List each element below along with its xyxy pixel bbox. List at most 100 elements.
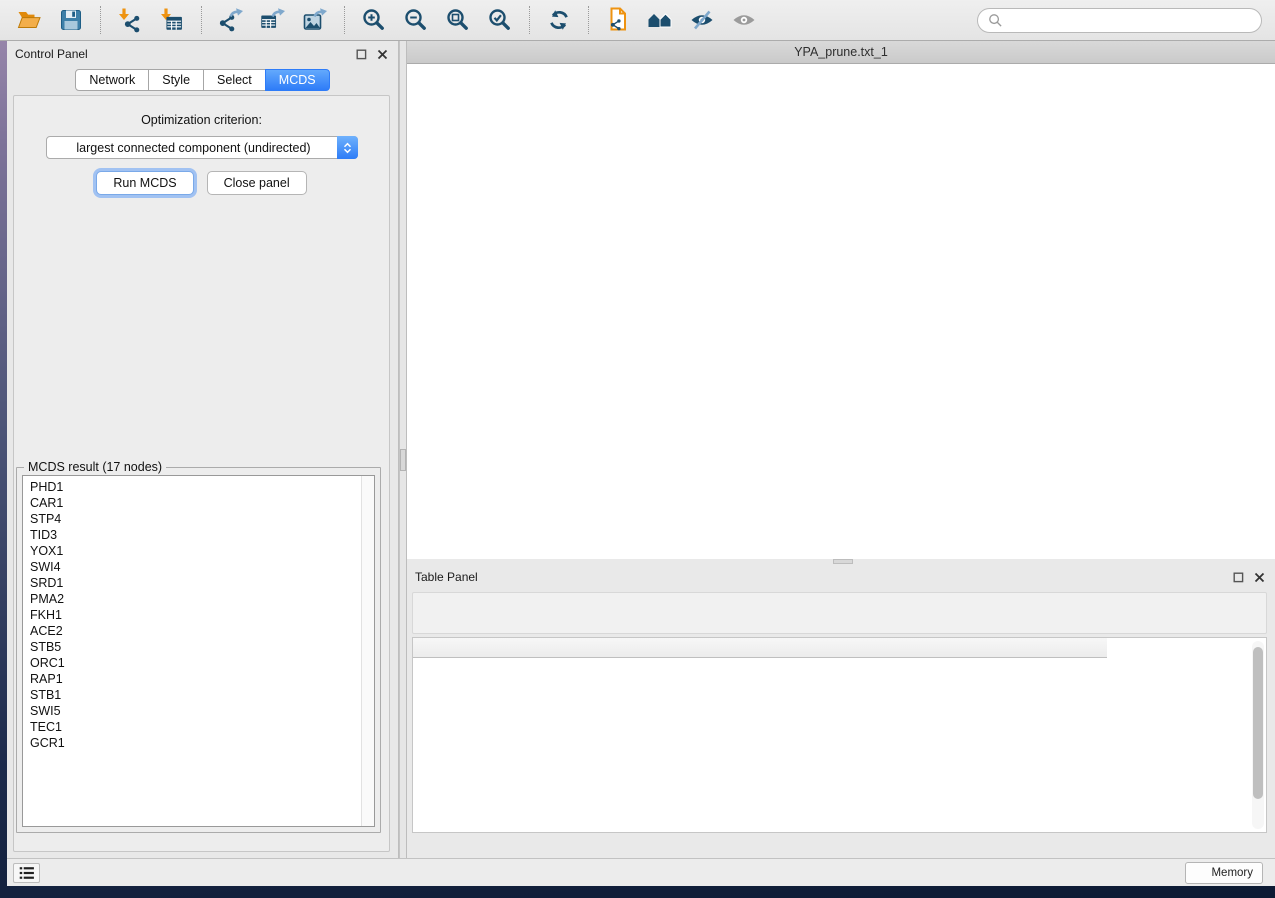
memory-label: Memory xyxy=(1211,867,1253,879)
zoom-window-icon[interactable] xyxy=(458,46,471,59)
close-panel-button[interactable]: Close panel xyxy=(207,171,307,195)
open-button[interactable] xyxy=(14,5,44,35)
mcds-result-legend: MCDS result (17 nodes) xyxy=(24,460,166,474)
new-network-from-selection-button[interactable] xyxy=(603,5,633,35)
toolbar-separator xyxy=(201,6,202,34)
search-box[interactable] xyxy=(977,8,1262,33)
table-header-row xyxy=(413,638,1107,658)
zoom-in-button[interactable] xyxy=(359,5,389,35)
toolbar-separator xyxy=(588,6,589,34)
mcds-result-item[interactable]: STP4 xyxy=(30,511,360,527)
zoom-selected-button[interactable] xyxy=(485,5,515,35)
new-network-from-selection-icon xyxy=(605,7,631,33)
refresh-layout-icon xyxy=(546,7,572,33)
table-panel-title: Table Panel xyxy=(415,570,478,584)
control-panel: Control Panel NetworkStyleSelectMCDS Opt… xyxy=(7,41,399,858)
mcds-result-list[interactable]: PHD1CAR1STP4TID3YOX1SWI4SRD1PMA2FKH1ACE2… xyxy=(22,475,375,827)
save-icon xyxy=(58,7,84,33)
control-panel-title: Control Panel xyxy=(15,47,88,61)
hide-selected-button[interactable] xyxy=(687,5,717,35)
vertical-splitter[interactable] xyxy=(399,41,407,858)
mcds-result-item[interactable]: ORC1 xyxy=(30,655,360,671)
save-button[interactable] xyxy=(56,5,86,35)
mcds-result-item[interactable]: SWI4 xyxy=(30,559,360,575)
mcds-result-item[interactable]: PMA2 xyxy=(30,591,360,607)
mcds-list-scrollbar[interactable] xyxy=(361,476,374,826)
export-table-button[interactable] xyxy=(258,5,288,35)
open-icon xyxy=(16,7,42,33)
list-icon xyxy=(19,866,35,880)
mcds-panel: Optimization criterion: largest connecte… xyxy=(13,95,390,852)
mcds-result-item[interactable]: STB5 xyxy=(30,639,360,655)
table-scrollbar-thumb[interactable] xyxy=(1253,647,1263,799)
toolbar-separator xyxy=(344,6,345,34)
memory-button[interactable]: Memory xyxy=(1185,862,1263,884)
import-network-button[interactable] xyxy=(115,5,145,35)
mcds-result-item[interactable]: PHD1 xyxy=(30,479,360,495)
table-toolbar xyxy=(412,592,1267,634)
network-titlebar[interactable]: YPA_prune.txt_1 xyxy=(407,41,1275,64)
control-panel-tabs: NetworkStyleSelectMCDS xyxy=(7,69,398,91)
search-icon xyxy=(988,13,1003,28)
close-panel-icon[interactable] xyxy=(375,47,390,62)
export-network-icon xyxy=(218,7,244,33)
run-mcds-button[interactable]: Run MCDS xyxy=(96,171,193,195)
node-table xyxy=(412,637,1267,833)
mcds-result-item[interactable]: RAP1 xyxy=(30,671,360,687)
hide-selected-icon xyxy=(689,7,715,33)
criterion-value: largest connected component (undirected) xyxy=(72,141,330,155)
search-input[interactable] xyxy=(1009,14,1251,28)
float-table-panel-icon[interactable] xyxy=(1231,570,1246,585)
mcds-result-item[interactable]: TEC1 xyxy=(30,719,360,735)
table-panel-header: Table Panel xyxy=(407,564,1275,590)
tab-style[interactable]: Style xyxy=(148,69,204,91)
network-window: YPA_prune.txt_1 xyxy=(407,41,1275,559)
vertical-splitter-handle[interactable] xyxy=(400,449,406,471)
float-panel-icon[interactable] xyxy=(354,47,369,62)
close-table-panel-icon[interactable] xyxy=(1252,570,1267,585)
mcds-result-item[interactable]: SRD1 xyxy=(30,575,360,591)
close-window-icon[interactable] xyxy=(418,46,431,59)
mcds-result-item[interactable]: STB1 xyxy=(30,687,360,703)
criterion-dropdown[interactable]: largest connected component (undirected) xyxy=(46,136,358,159)
minimize-window-icon[interactable] xyxy=(438,46,451,59)
mcds-result-item[interactable]: GCR1 xyxy=(30,735,360,751)
window-controls xyxy=(418,46,471,59)
tab-mcds[interactable]: MCDS xyxy=(265,69,330,91)
export-image-icon xyxy=(302,7,328,33)
mcds-result-item[interactable]: FKH1 xyxy=(30,607,360,623)
network-canvas[interactable] xyxy=(407,64,1275,559)
toolbar-separator xyxy=(100,6,101,34)
zoom-selected-icon xyxy=(487,7,513,33)
mcds-result-item[interactable]: SWI5 xyxy=(30,703,360,719)
mcds-result-item[interactable]: YOX1 xyxy=(30,543,360,559)
refresh-layout-button[interactable] xyxy=(544,5,574,35)
import-table-icon xyxy=(159,7,185,33)
zoom-out-button[interactable] xyxy=(401,5,431,35)
show-all-button[interactable] xyxy=(729,5,759,35)
tab-network[interactable]: Network xyxy=(75,69,149,91)
zoom-fit-button[interactable] xyxy=(443,5,473,35)
first-neighbors-button[interactable] xyxy=(645,5,675,35)
export-image-button[interactable] xyxy=(300,5,330,35)
import-table-button[interactable] xyxy=(157,5,187,35)
first-neighbors-icon xyxy=(647,7,673,33)
mcds-result-item[interactable]: TID3 xyxy=(30,527,360,543)
show-all-icon xyxy=(731,7,757,33)
network-title: YPA_prune.txt_1 xyxy=(794,45,888,59)
zoom-fit-icon xyxy=(445,7,471,33)
mcds-result-group: MCDS result (17 nodes) PHD1CAR1STP4TID3Y… xyxy=(16,467,381,833)
mcds-result-item[interactable]: ACE2 xyxy=(30,623,360,639)
export-network-button[interactable] xyxy=(216,5,246,35)
export-table-icon xyxy=(260,7,286,33)
mcds-result-item[interactable]: CAR1 xyxy=(30,495,360,511)
import-network-icon xyxy=(117,7,143,33)
task-history-button[interactable] xyxy=(13,863,40,883)
status-bar: Memory xyxy=(7,858,1275,886)
control-panel-header: Control Panel xyxy=(7,41,398,67)
table-scrollbar[interactable] xyxy=(1252,641,1264,829)
tab-select[interactable]: Select xyxy=(203,69,266,91)
memory-status-icon xyxy=(1195,868,1205,878)
zoom-in-icon xyxy=(361,7,387,33)
dropdown-stepper-icon xyxy=(337,136,358,159)
